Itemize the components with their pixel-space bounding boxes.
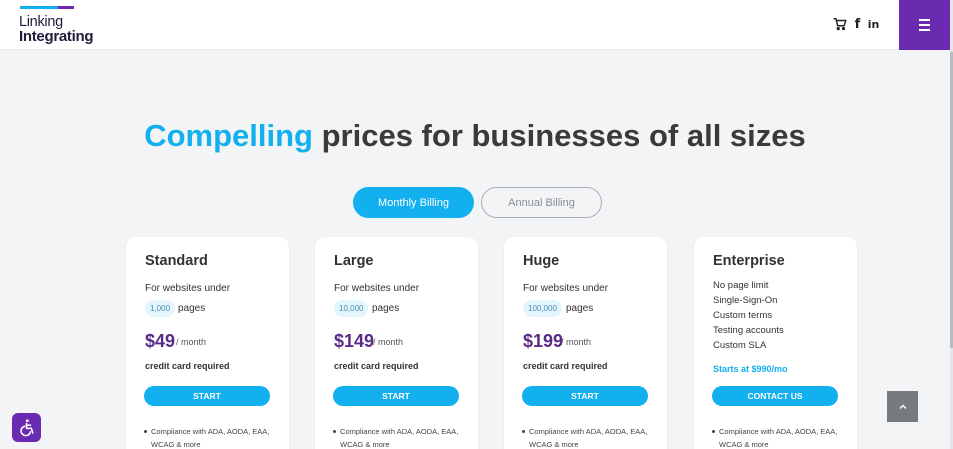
credit-card-note: credit card required	[145, 361, 230, 371]
plan-name: Large	[334, 253, 374, 269]
monthly-billing-toggle[interactable]: Monthly Billing	[353, 187, 474, 218]
logo-line2: Integrating	[19, 28, 94, 45]
price-period: / month	[373, 337, 404, 347]
hamburger-menu-button[interactable]	[899, 0, 950, 50]
logo-bar-blue	[20, 6, 58, 9]
annual-billing-toggle[interactable]: Annual Billing	[481, 187, 602, 218]
plan-name: Standard	[145, 253, 208, 269]
pricing-card-standard: Standard For websites under 1,000 pages …	[126, 237, 289, 449]
plan-price: $49	[145, 331, 176, 351]
plan-price: $199	[523, 331, 564, 351]
pricing-card-enterprise: Enterprise No page limit Single-Sign-On …	[694, 237, 857, 449]
headline-rest: prices for businesses of all sizes	[313, 118, 806, 153]
facebook-icon[interactable]: f	[853, 16, 862, 32]
feature-item: Compliance with ADA, AODA, EAA, WCAG & m…	[333, 425, 473, 449]
page-headline: Compelling prices for businesses of all …	[0, 118, 950, 154]
enterprise-feature: Testing accounts	[713, 325, 784, 336]
plan-name: Enterprise	[713, 253, 785, 269]
linkedin-icon[interactable]: in	[867, 16, 880, 32]
feature-item: Compliance with ADA, AODA, EAA, WCAG & m…	[712, 425, 852, 449]
page-count-badge: 10,000	[334, 300, 369, 317]
price-period: / month	[176, 337, 207, 347]
accessibility-button[interactable]	[12, 413, 41, 442]
site-header: Linking Integrating f in	[0, 0, 953, 50]
enterprise-feature: No page limit	[713, 280, 769, 291]
credit-card-note: credit card required	[334, 361, 419, 371]
plan-subtitle: For websites under	[145, 283, 231, 294]
headline-accent: Compelling	[144, 118, 313, 153]
enterprise-starting-price: Starts at $990/mo	[713, 364, 788, 374]
price-period: / month	[561, 337, 592, 347]
hamburger-menu-icon-line	[919, 19, 930, 21]
enterprise-feature: Single-Sign-On	[713, 295, 778, 306]
pricing-card-huge: Huge For websites under 100,000 pages $1…	[504, 237, 667, 449]
plan-price: $149	[334, 331, 375, 351]
enterprise-feature: Custom SLA	[713, 340, 767, 351]
hamburger-menu-icon-line	[919, 29, 930, 31]
hamburger-menu-icon-line	[919, 24, 930, 26]
pages-label: pages	[372, 303, 400, 314]
feature-item: Compliance with ADA, AODA, EAA, WCAG & m…	[522, 425, 662, 449]
start-button-standard[interactable]: START	[144, 386, 270, 406]
start-button-large[interactable]: START	[333, 386, 459, 406]
start-button-huge[interactable]: START	[522, 386, 648, 406]
plan-name: Huge	[523, 253, 560, 269]
pages-label: pages	[566, 303, 594, 314]
accessibility-icon	[20, 419, 34, 437]
page-count-badge: 100,000	[523, 300, 562, 317]
feature-item: Compliance with ADA, AODA, EAA, WCAG & m…	[144, 425, 284, 449]
plan-subtitle: For websites under	[334, 283, 420, 294]
pricing-card-large: Large For websites under 10,000 pages $1…	[315, 237, 478, 449]
chevron-up-icon	[899, 404, 906, 409]
plan-subtitle: For websites under	[523, 283, 609, 294]
logo-bar-purple	[58, 6, 74, 9]
page-count-badge: 1,000	[145, 300, 176, 317]
cart-icon[interactable]	[832, 16, 848, 32]
credit-card-note: credit card required	[523, 361, 608, 371]
scroll-to-top-button[interactable]	[887, 391, 918, 422]
site-logo[interactable]: Linking Integrating	[19, 5, 109, 45]
enterprise-feature: Custom terms	[713, 310, 773, 321]
contact-us-button[interactable]: CONTACT US	[712, 386, 838, 406]
pages-label: pages	[178, 303, 206, 314]
